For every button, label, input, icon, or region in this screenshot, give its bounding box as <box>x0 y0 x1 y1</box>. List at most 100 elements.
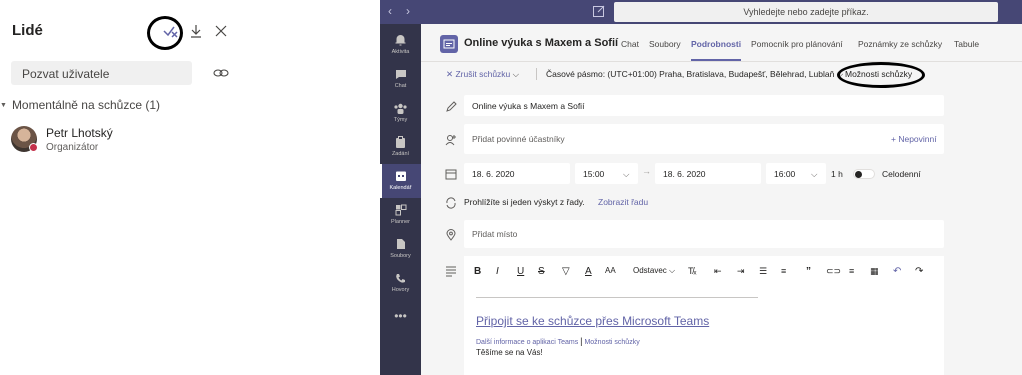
link-icon[interactable]: ⊂⊃ <box>826 266 841 277</box>
show-series-link[interactable]: Zobrazit řadu <box>598 197 648 207</box>
font-color-icon[interactable]: A <box>585 266 592 277</box>
tab-meeting-notes[interactable]: Poznámky ze schůzky <box>858 39 942 49</box>
end-date-input[interactable]: 18. 6. 2020 <box>655 163 761 184</box>
files-icon <box>394 237 408 251</box>
rail-label: Týmy <box>393 117 408 123</box>
rail-item-files[interactable]: Soubory <box>380 232 421 266</box>
chevron-down-icon: ⌵ <box>623 169 630 179</box>
compose-icon[interactable] <box>592 4 606 18</box>
bullet-list-icon[interactable]: ☰ <box>759 266 767 277</box>
greeting-text: Těšíme se na Vás! <box>476 348 543 357</box>
rail-item-activity[interactable]: Aktivita <box>380 28 421 62</box>
link-separator: | <box>580 336 583 346</box>
rail-item-calendar[interactable]: Kalendář <box>380 164 421 198</box>
allday-label: Celodenní <box>882 169 921 179</box>
meeting-title-input[interactable]: Online výuka s Maxem a Sofií <box>464 95 944 116</box>
teams-icon <box>394 101 408 115</box>
timezone-dropdown[interactable]: Časové pásmo: (UTC+01:00) Praha, Bratisl… <box>546 69 843 80</box>
people-panel-title: Lidé <box>12 22 43 39</box>
cancel-meeting-label: Zrušit schůzku <box>455 69 511 79</box>
chevron-down-icon: ⌵ <box>811 169 818 179</box>
rail-item-calls[interactable]: Hovory <box>380 266 421 300</box>
app-rail: Aktivita Chat Týmy Zadání Kalendář Plann… <box>380 24 421 375</box>
font-size-icon[interactable]: AA <box>605 266 616 275</box>
highlight-circle-icon <box>147 16 183 50</box>
ellipsis-icon: ••• <box>394 309 407 323</box>
attendees-input[interactable]: Přidat povinné účastníky + Nepovinní <box>464 124 944 154</box>
repeat-icon <box>445 196 457 209</box>
participant-name[interactable]: Petr Lhotský <box>46 126 113 140</box>
bold-button[interactable]: B <box>474 266 481 277</box>
tab-chat[interactable]: Chat <box>621 39 639 49</box>
redo-icon[interactable]: ↷ <box>915 266 923 277</box>
paragraph-style-dropdown[interactable]: Odstavec ⌵ <box>633 266 675 276</box>
horizontal-rule-icon[interactable]: ≡ <box>849 266 854 276</box>
calls-icon <box>394 271 408 285</box>
download-icon[interactable] <box>185 20 207 42</box>
decrease-indent-icon[interactable]: ⇤ <box>714 266 722 277</box>
undo-icon[interactable]: ↶ <box>893 266 901 277</box>
rail-item-teams[interactable]: Týmy <box>380 96 421 130</box>
end-time-value: 16:00 <box>774 169 796 179</box>
presence-badge <box>29 143 38 152</box>
timezone-label: Časové pásmo: (UTC+01:00) Praha, Bratisl… <box>546 69 835 79</box>
add-person-icon <box>445 133 457 146</box>
chevron-down-icon: ▼ <box>0 101 7 109</box>
numbered-list-icon[interactable]: ≡ <box>781 266 786 276</box>
end-time-select[interactable]: 16:00 ⌵ <box>766 163 826 184</box>
teams-window: ‹ › Vyhledejte nebo zadejte příkaz. Akti… <box>380 0 1022 375</box>
optional-attendees-link[interactable]: + Nepovinní <box>891 134 937 144</box>
cancel-meeting-button[interactable]: ✕ Zrušit schůzku ⌵ <box>446 69 519 80</box>
rail-label: Kalendář <box>389 185 412 191</box>
search-input[interactable]: Vyhledejte nebo zadejte příkaz. <box>614 2 998 22</box>
rail-item-chat[interactable]: Chat <box>380 62 421 96</box>
pencil-icon <box>445 100 457 112</box>
meeting-toolbar: ✕ Zrušit schůzku ⌵ Časové pásmo: (UTC+01… <box>421 62 1022 88</box>
rail-item-planner[interactable]: Planner <box>380 198 421 232</box>
start-time-value: 15:00 <box>583 169 605 179</box>
participant-role: Organizátor <box>46 142 99 153</box>
in-meeting-section[interactable]: ▼ Momentálně na schůzce (1) <box>0 98 160 112</box>
chevron-down-icon: ⌵ <box>666 266 676 275</box>
strikethrough-button[interactable]: S <box>538 266 545 277</box>
link-icon[interactable] <box>213 66 229 78</box>
tab-whiteboard[interactable]: Tabule <box>954 39 979 49</box>
increase-indent-icon[interactable]: ⇥ <box>737 266 745 277</box>
rail-label: Zadání <box>391 151 410 157</box>
invite-user-input[interactable]: Pozvat uživatele <box>11 61 192 85</box>
underline-button[interactable]: U <box>517 266 524 277</box>
rail-item-assignments[interactable]: Zadání <box>380 130 421 164</box>
highlight-circle-icon <box>837 62 925 88</box>
text-lines-icon <box>445 264 457 277</box>
tab-details[interactable]: Podrobnosti <box>691 39 741 49</box>
arrow-right-icon: → <box>642 166 651 176</box>
calendar-icon <box>445 167 457 180</box>
end-date-value: 18. 6. 2020 <box>663 169 706 179</box>
meeting-options-link[interactable]: Možnosti schůzky <box>584 339 639 346</box>
title-bar: ‹ › Vyhledejte nebo zadejte příkaz. <box>380 0 1022 24</box>
quote-icon[interactable]: ” <box>806 266 811 277</box>
assignments-icon <box>394 135 408 149</box>
start-date-input[interactable]: 18. 6. 2020 <box>464 163 570 184</box>
chevron-down-icon: ⌵ <box>510 69 520 79</box>
back-arrow-icon[interactable]: ‹ <box>388 4 392 18</box>
tab-files[interactable]: Soubory <box>649 39 681 49</box>
allday-toggle[interactable] <box>853 169 875 179</box>
chat-icon <box>394 67 408 81</box>
forward-arrow-icon[interactable]: › <box>406 4 410 18</box>
table-icon[interactable]: ▦ <box>870 266 879 277</box>
tab-scheduling-assistant[interactable]: Pomocník pro plánování <box>751 39 843 49</box>
clear-format-icon[interactable]: T̸ₓ <box>688 266 696 276</box>
location-input[interactable]: Přidat místo <box>464 220 944 248</box>
start-time-select[interactable]: 15:00 ⌵ <box>575 163 638 184</box>
meeting-title: Online výuka s Maxem a Sofií <box>464 37 619 49</box>
more-apps-button[interactable]: ••• <box>380 304 421 338</box>
meeting-body-editor[interactable] <box>464 286 944 375</box>
highlight-color-icon[interactable]: ▽ <box>562 266 570 277</box>
italic-button[interactable]: I <box>496 266 499 277</box>
teams-info-link[interactable]: Další informace o aplikaci Teams <box>476 339 578 346</box>
rail-label: Hovory <box>391 287 410 293</box>
recurrence-text: Prohlížíte si jeden výskyt z řady. <box>464 197 585 207</box>
join-meeting-link[interactable]: Připojit se ke schůzce přes Microsoft Te… <box>476 314 709 328</box>
close-icon[interactable] <box>210 20 232 42</box>
